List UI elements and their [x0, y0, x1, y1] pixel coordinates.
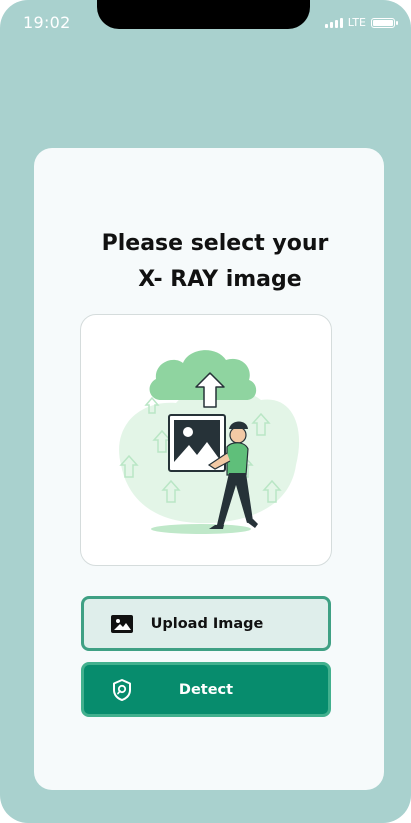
- detect-button[interactable]: Detect: [81, 662, 331, 717]
- phone-frame: 19:02 LTE Please select your X- RAY imag…: [0, 0, 411, 823]
- main-card: Please select your X- RAY image Upload I…: [34, 148, 384, 790]
- title-line-2: X- RAY image: [138, 267, 302, 292]
- image-preview[interactable]: [80, 314, 332, 566]
- battery-icon: [371, 17, 398, 28]
- camera-notch: [97, 0, 310, 29]
- status-time: 19:02: [23, 13, 71, 32]
- network-label: LTE: [347, 16, 366, 29]
- image-icon: [111, 614, 133, 633]
- title-line-1: Please select your: [101, 231, 329, 256]
- cloud-upload-illustration: [119, 350, 300, 534]
- page-title: Please select your X- RAY image: [34, 226, 384, 298]
- shield-search-icon: [113, 678, 131, 701]
- signal-icon: [324, 17, 343, 28]
- status-indicators: LTE: [324, 16, 398, 29]
- upload-image-button[interactable]: Upload Image: [81, 596, 331, 651]
